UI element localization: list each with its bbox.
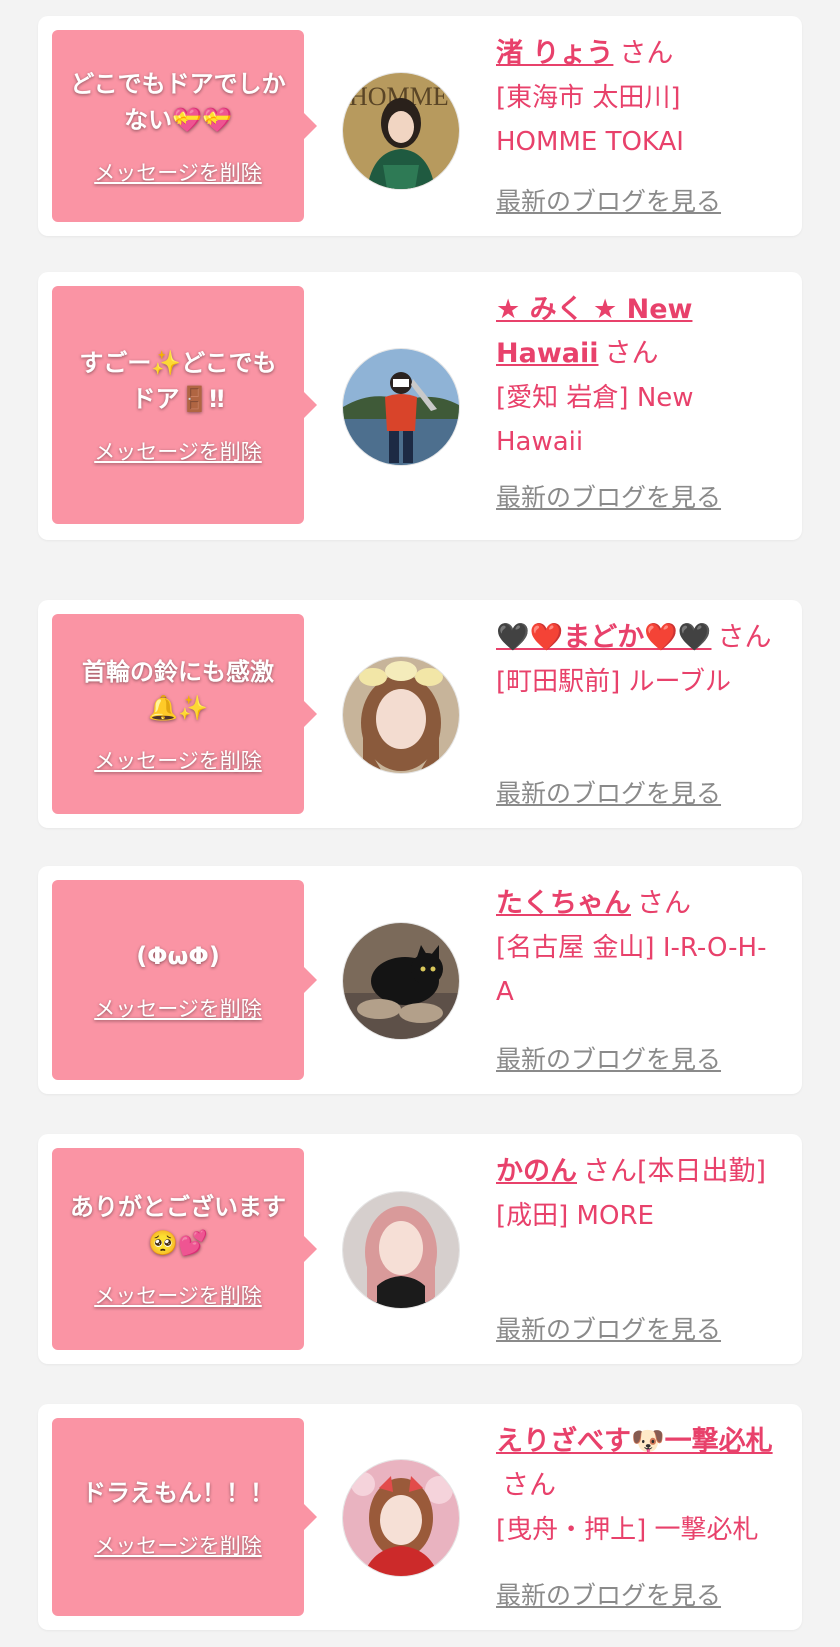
delete-message-link[interactable]: メッセージを削除	[94, 160, 262, 186]
message-bubble: 首輪の鈴にも感激🔔✨ メッセージを削除	[52, 614, 317, 814]
profile-info: ★ みく ★ New Hawaii さん [愛知 岩倉] New Hawaii	[496, 288, 778, 464]
honorific: さん	[502, 1470, 556, 1501]
profile-info: えりざべす🐶一撃必札さん [曳舟・押上] 一撃必札	[496, 1420, 778, 1552]
delete-message-link[interactable]: メッセージを削除	[94, 748, 262, 774]
message-bubble: ドラえもん！！！ メッセージを削除	[52, 1418, 317, 1616]
message-bubble: どこでもドアでしかない💝💝 メッセージを削除	[52, 30, 317, 222]
message-bubble: すごー✨どこでもドア🚪‼ メッセージを削除	[52, 286, 317, 524]
avatar-photo	[343, 349, 459, 465]
message-text: ありがとございます🥺💕	[70, 1193, 286, 1257]
honorific: さん	[717, 622, 772, 653]
message-bubble: (ΦωΦ) メッセージを削除	[52, 880, 317, 1080]
delete-message-link[interactable]: メッセージを削除	[94, 1533, 262, 1559]
profile-name-link[interactable]: かのん	[496, 1156, 577, 1187]
message-card: ありがとございます🥺💕 メッセージを削除 かのん さん[本日出勤] [成田] MO…	[38, 1134, 802, 1364]
avatar-photo	[343, 657, 459, 773]
message-list: どこでもドアでしかない💝💝 メッセージを削除 HOMME 渚 りょう さん [東海…	[0, 0, 840, 1647]
message-card: (ΦωΦ) メッセージを削除 たくちゃん さん [名古屋 金山] I-R-O-H-…	[38, 866, 802, 1094]
avatar-photo	[343, 1192, 459, 1308]
shop-info: [町田駅前] ルーブル	[496, 667, 731, 697]
message-text: どこでもドアでしかない💝💝	[70, 70, 286, 134]
message-card: 首輪の鈴にも感激🔔✨ メッセージを削除 🖤❤️まどか❤️🖤 さん [町田駅前] ル…	[38, 600, 802, 828]
honorific: さん	[619, 38, 674, 69]
avatar-photo: HOMME	[343, 73, 459, 189]
avatar[interactable]	[342, 348, 460, 466]
message-card: ドラえもん！！！ メッセージを削除 えりざべす🐶一撃必札さん [曳舟・押上] 一…	[38, 1404, 802, 1630]
honorific: さん	[637, 888, 691, 919]
latest-blog-link[interactable]: 最新のブログを見る	[496, 1580, 721, 1612]
delete-message-link[interactable]: メッセージを削除	[94, 1283, 262, 1309]
avatar[interactable]	[342, 1191, 460, 1309]
avatar[interactable]: HOMME	[342, 72, 460, 190]
honorific: さん	[604, 338, 659, 369]
shop-info: [名古屋 金山] I-R-O-H-A	[496, 933, 767, 1007]
avatar[interactable]	[342, 922, 460, 1040]
latest-blog-link[interactable]: 最新のブログを見る	[496, 778, 721, 810]
profile-info: 渚 りょう さん [東海市 太田川] HOMME TOKAI	[496, 32, 778, 164]
profile-info: 🖤❤️まどか❤️🖤 さん [町田駅前] ルーブル	[496, 616, 778, 704]
message-text: (ΦωΦ)	[136, 942, 220, 970]
profile-name-link[interactable]: たくちゃん	[496, 888, 631, 919]
delete-message-link[interactable]: メッセージを削除	[94, 996, 262, 1022]
profile-name-link[interactable]: えりざべす🐶一撃必札	[496, 1426, 773, 1457]
shop-info: [東海市 太田川] HOMME TOKAI	[496, 83, 684, 157]
shop-info: [愛知 岩倉] New Hawaii	[496, 383, 694, 457]
latest-blog-link[interactable]: 最新のブログを見る	[496, 186, 721, 218]
honorific: さん[本日出勤]	[583, 1156, 767, 1187]
shop-info: [曳舟・押上] 一撃必札	[496, 1515, 759, 1545]
message-card: すごー✨どこでもドア🚪‼ メッセージを削除 ★ みく ★ New Hawaii さ…	[38, 272, 802, 540]
profile-name-link[interactable]: 🖤❤️まどか❤️🖤	[496, 622, 711, 653]
avatar[interactable]	[342, 1459, 460, 1577]
profile-info: たくちゃん さん [名古屋 金山] I-R-O-H-A	[496, 882, 778, 1014]
avatar-photo	[343, 1460, 459, 1576]
message-bubble: ありがとございます🥺💕 メッセージを削除	[52, 1148, 317, 1350]
latest-blog-link[interactable]: 最新のブログを見る	[496, 482, 721, 514]
profile-name-link[interactable]: 渚 りょう	[496, 38, 613, 69]
delete-message-link[interactable]: メッセージを削除	[94, 439, 262, 465]
message-text: すごー✨どこでもドア🚪‼	[79, 349, 277, 413]
avatar[interactable]	[342, 656, 460, 774]
shop-info: [成田] MORE	[496, 1201, 654, 1231]
latest-blog-link[interactable]: 最新のブログを見る	[496, 1314, 721, 1346]
message-text: 首輪の鈴にも感激🔔✨	[82, 658, 274, 722]
profile-name-link[interactable]: ★ みく ★ New Hawaii	[496, 294, 692, 369]
message-text: ドラえもん！！！	[82, 1479, 274, 1507]
latest-blog-link[interactable]: 最新のブログを見る	[496, 1044, 721, 1076]
message-card: どこでもドアでしかない💝💝 メッセージを削除 HOMME 渚 りょう さん [東海…	[38, 16, 802, 236]
avatar-photo	[343, 923, 459, 1039]
profile-info: かのん さん[本日出勤] [成田] MORE	[496, 1150, 778, 1238]
